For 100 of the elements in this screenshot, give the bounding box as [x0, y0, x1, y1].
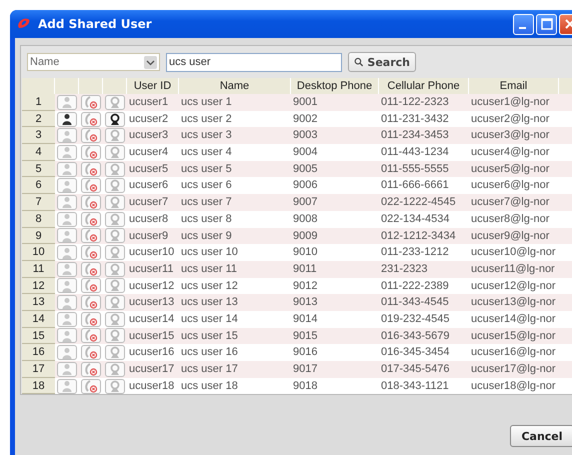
table-cell-text: 9004 [292, 145, 318, 160]
table-cell-text: 022-134-4534 [380, 212, 451, 227]
row-number: 15 [22, 328, 55, 344]
table-cell-text: 011-234-3453 [380, 128, 450, 144]
table-cell-text: 9011 [292, 262, 318, 277]
table-cell-text: ucuser12@lg-nor [470, 278, 557, 294]
table-cell-text: ucuser15@lg-nor [470, 328, 557, 344]
table-cell-text: ucs user 14 [180, 312, 239, 327]
table-cell-text: ucs user 1 [180, 95, 233, 110]
table-cell-text: ucs user 16 [180, 345, 239, 360]
table-cell-text: ucs user 13 [180, 295, 239, 310]
table-cell-text: ucuser2@lg-nor [470, 112, 550, 127]
field-dropdown[interactable]: Name [27, 53, 160, 71]
table-cell-text: 9003 [292, 128, 318, 144]
table-cell-text: 9009 [292, 228, 318, 244]
table-cell-text: ucuser8@lg-nor [470, 212, 550, 227]
table-cell-text: ucuser4@lg-nor [470, 145, 550, 160]
row-number: 14 [22, 310, 55, 328]
table-cell-text: ucs user 2 [180, 112, 233, 127]
table-cell-text: ucs user 11 [180, 262, 238, 277]
table-cell-text: 9006 [292, 178, 318, 194]
table-cell-text: ucuser1 [128, 95, 170, 110]
table-cell-text: ucs user 3 [180, 128, 233, 144]
row-number: 5 [22, 160, 55, 178]
row-number: 11 [22, 260, 55, 278]
table-cell-text: ucuser6@lg-nor [470, 178, 550, 194]
table-cell-text: 016-343-5679 [380, 328, 451, 344]
table-cell-text: 018-343-1121 [380, 378, 450, 394]
table-cell-text: ucuser15 [128, 328, 176, 344]
table-cell-text: ucuser1@lg-nor [470, 95, 550, 110]
table-cell-text: ucs user 15 [180, 328, 239, 344]
row-number: 8 [22, 210, 55, 228]
row-number: 18 [22, 378, 55, 394]
window-title: Add Shared User [38, 17, 153, 31]
table-cell-text: ucuser17 [128, 362, 176, 377]
table-cell-text: 9010 [292, 245, 318, 260]
table-cell-text: 011-231-3432 [380, 112, 450, 127]
table-cell-text: ucs user 4 [180, 145, 233, 160]
search-field[interactable]: ucs user [166, 52, 342, 72]
table-cell-text: 011-122-2323 [380, 95, 450, 110]
table-cell-text: ucs user 8 [180, 212, 233, 227]
table-cell-text: ucs user 6 [180, 178, 233, 194]
table-cell-text: ucs user 5 [180, 162, 233, 177]
table-cell-text: 9008 [292, 212, 318, 227]
table-cell-text: 017-345-5476 [380, 362, 451, 377]
table-cell-text: 022-1222-4545 [380, 195, 457, 210]
table-cell-text: ucuser16@lg-nor [470, 345, 557, 360]
row-number: 9 [22, 228, 55, 244]
row-number: 2 [22, 110, 55, 128]
row-number: 17 [22, 361, 55, 378]
row-number: 3 [22, 127, 55, 144]
table-cell-text: 011-343-4545 [380, 295, 450, 310]
table-cell-text: ucuser11 [128, 262, 174, 277]
table-cell-text: 011-666-6661 [380, 178, 450, 194]
table-cell-text: ucuser12 [128, 278, 176, 294]
row-number: 1 [22, 94, 55, 111]
table-cell-text: ucuser11@lg-nor [470, 262, 556, 277]
table-cell-text: ucuser14@lg-nor [470, 312, 557, 327]
table-cell-text: ucuser3 [128, 128, 170, 144]
table-cell-text: ucs user 10 [180, 245, 239, 260]
table-cell-text: ucuser10 [128, 245, 176, 260]
search-button[interactable]: Search [348, 52, 416, 72]
table-cell-text: 016-345-3454 [380, 345, 451, 360]
table-cell-text: 9016 [292, 345, 318, 360]
table-cell-text: 011-233-1212 [380, 245, 450, 260]
table-cell-text: ucs user 9 [180, 228, 233, 244]
table-cell-text: ucuser3@lg-nor [470, 128, 550, 144]
table-cell-text: ucuser9 [128, 228, 170, 244]
table-cell-text: ucs user 18 [180, 378, 239, 394]
table-cell-text: ucuser13 [128, 295, 176, 310]
table-cell-text: ucuser5@lg-nor [470, 162, 550, 177]
row-number: 4 [22, 144, 55, 161]
table-cell-text: ucuser6 [128, 178, 170, 194]
row-number: 12 [22, 278, 55, 294]
table-cell-text: 011-222-2389 [380, 278, 450, 294]
table-cell-text: ucuser16 [128, 345, 176, 360]
table-cell-text: ucuser10@lg-nor [470, 245, 557, 260]
table-cell-text: 9001 [292, 95, 318, 110]
table-cell-text: 011-555-5555 [380, 162, 450, 177]
table-cell-text: ucs user 12 [180, 278, 239, 294]
table-cell-text: ucuser8 [128, 212, 170, 227]
table-cell-text: ucuser7 [128, 195, 170, 210]
table-cell-text: 9017 [292, 362, 318, 377]
row-number: 7 [22, 194, 55, 211]
table-cell-text: 011-443-1234 [380, 145, 450, 160]
row-number: 16 [22, 344, 55, 361]
table-cell-text: ucuser18@lg-nor [470, 378, 557, 394]
row-number: 10 [22, 244, 55, 261]
table-cell-text: ucs user 7 [180, 195, 233, 210]
row-number: 6 [22, 177, 55, 194]
cancel-button[interactable]: Cancel [510, 425, 572, 448]
table-cell-text: ucuser18 [128, 378, 176, 394]
table-cell-text: 019-232-4545 [380, 312, 451, 327]
table-cell-text: ucuser9@lg-nor [470, 228, 550, 244]
table-cell-text: ucuser4 [128, 145, 170, 160]
table-cell-text: 9007 [292, 195, 318, 210]
table-cell-text: 9005 [292, 162, 318, 177]
table-cell-text: 9014 [292, 312, 318, 327]
table-cell-text: ucuser13@lg-nor [470, 295, 557, 310]
table-cell-text: 9012 [292, 278, 318, 294]
